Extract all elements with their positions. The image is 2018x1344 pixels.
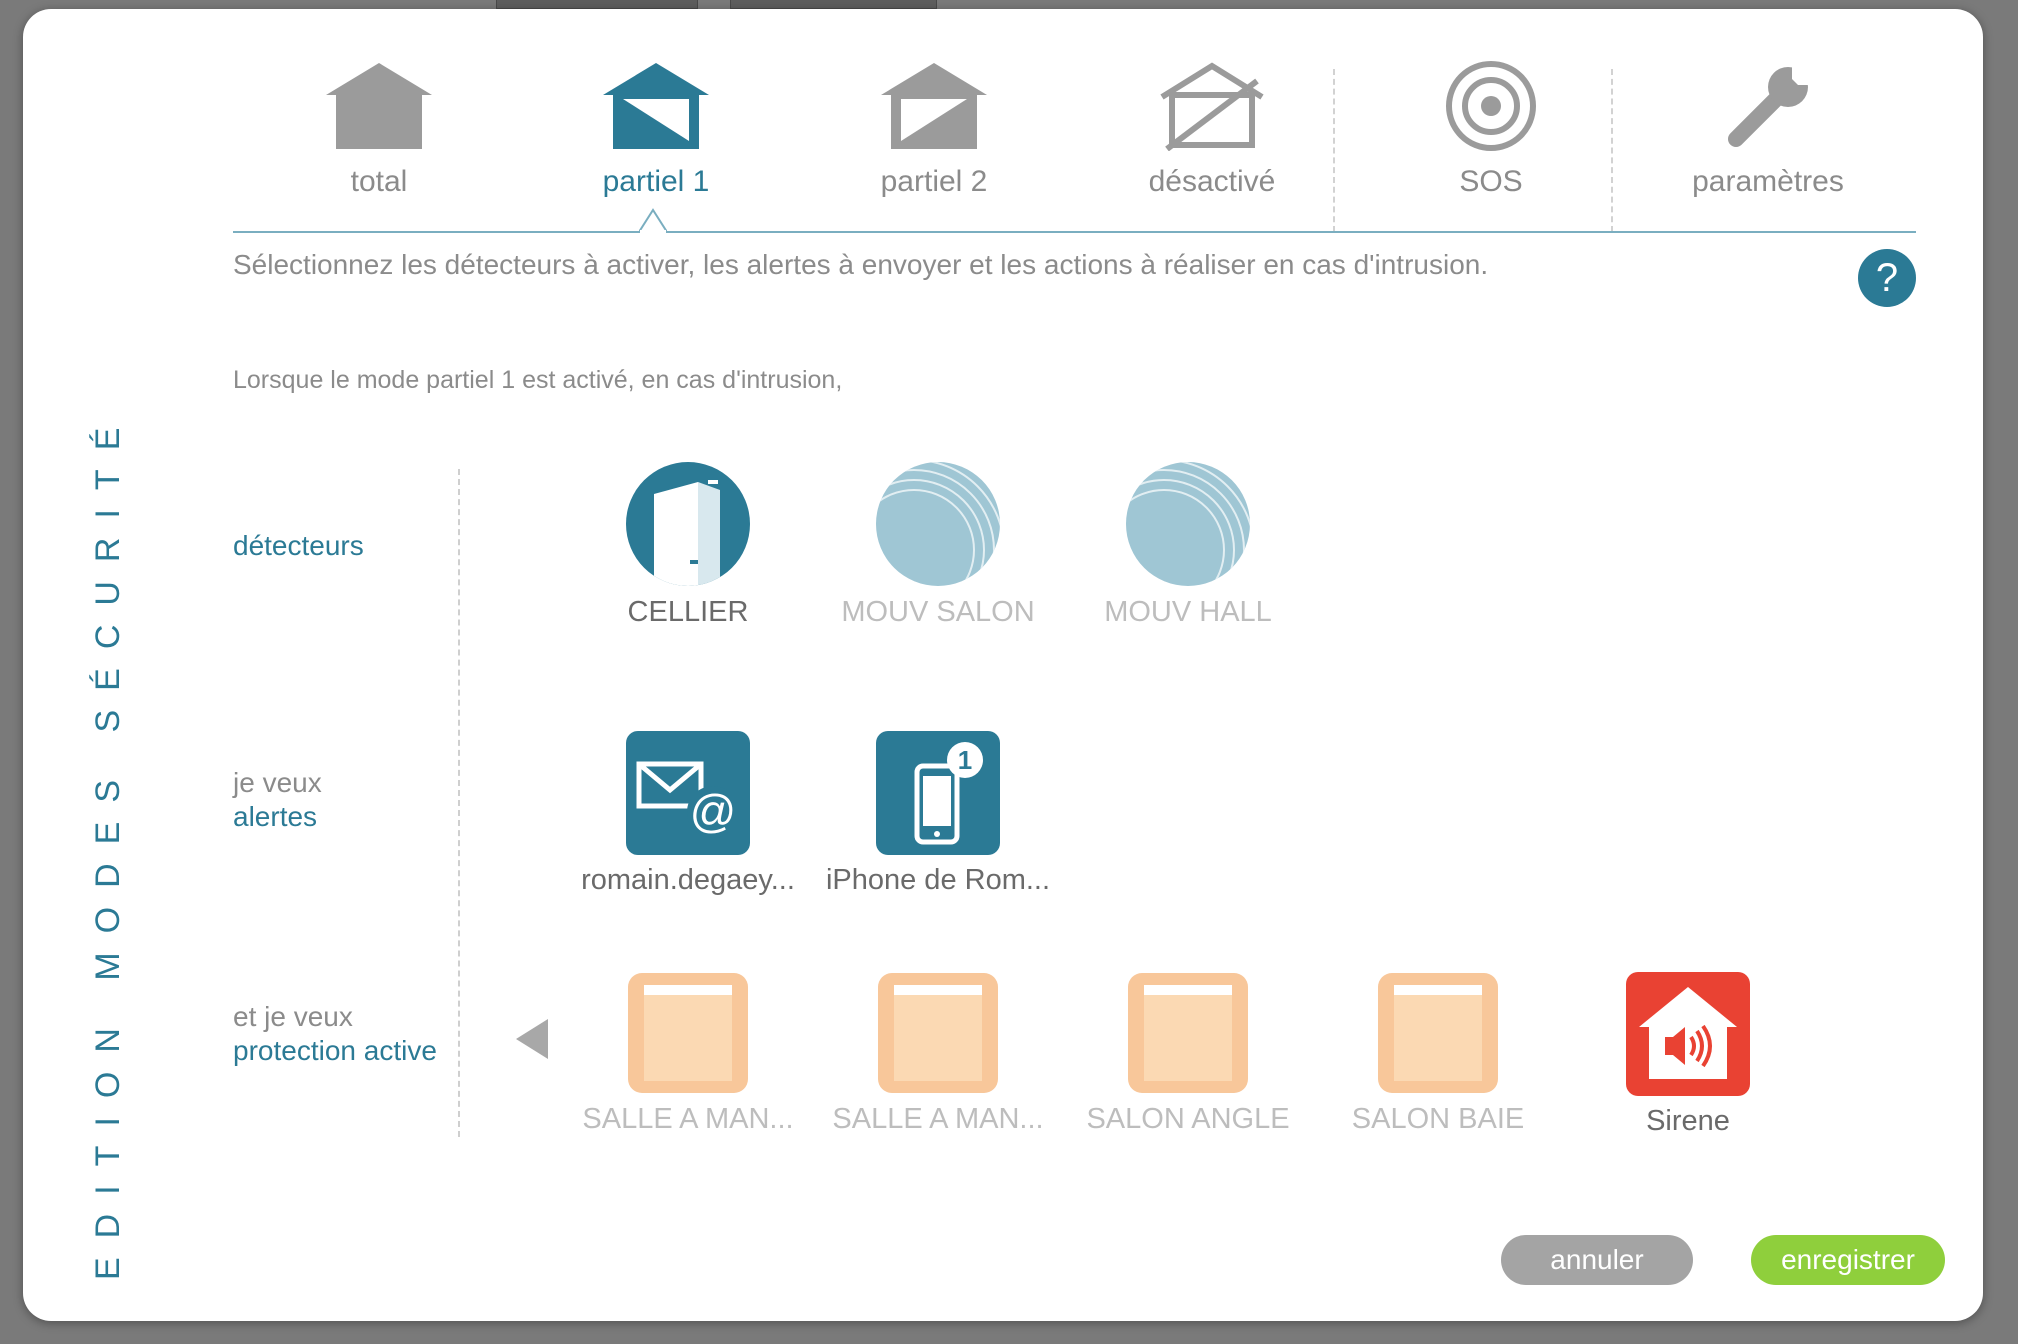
detector-label: MOUV SALON: [841, 596, 1035, 628]
tab-parametres[interactable]: paramètres: [1633, 61, 1903, 211]
tab-total[interactable]: total: [244, 61, 514, 211]
shutter-icon: [813, 971, 1063, 1095]
save-button[interactable]: enregistrer: [1751, 1235, 1945, 1285]
tab-label: partiel 2: [880, 165, 988, 198]
section-prefix: je veux: [233, 767, 322, 798]
house-partial1-icon: [521, 61, 791, 151]
email-icon: @: [563, 730, 813, 856]
tab-underline: [233, 231, 1916, 233]
detector-mouv-salon[interactable]: MOUV SALON: [813, 460, 1063, 629]
house-full-icon: [244, 61, 514, 151]
section-title: détecteurs: [233, 530, 364, 561]
motion-sensor-icon: [813, 460, 1063, 588]
tab-label: désactivé: [1148, 165, 1276, 198]
security-modes-dialog: EDITION MODES SÉCURITÉ total partiel 1 p…: [23, 9, 1983, 1321]
phone-notification-icon: 1: [813, 730, 1063, 856]
wrench-icon: [1633, 61, 1903, 151]
tab-desactive[interactable]: désactivé: [1077, 61, 1347, 211]
protection-label: Sirene: [1646, 1105, 1730, 1137]
section-alerts-label: je veux alertes: [233, 766, 322, 834]
tab-partiel-2[interactable]: partiel 2: [799, 61, 1069, 211]
intro-text: Sélectionnez les détecteurs à activer, l…: [233, 249, 1489, 280]
cancel-button[interactable]: annuler: [1501, 1235, 1693, 1285]
background-window-tab: [496, 0, 698, 9]
notification-badge: 1: [958, 745, 972, 775]
tab-label: SOS: [1459, 165, 1523, 198]
active-tab-notch: [639, 208, 667, 234]
detector-mouv-hall[interactable]: MOUV HALL: [1063, 460, 1313, 629]
protection-shutter[interactable]: SALON ANGLE: [1063, 971, 1313, 1136]
column-separator: [458, 469, 460, 1137]
protection-siren[interactable]: Sirene: [1563, 971, 1813, 1138]
door-sensor-icon: [563, 460, 813, 588]
shutter-icon: [1063, 971, 1313, 1095]
section-title: protection active: [233, 1035, 437, 1066]
tab-label: paramètres: [1692, 165, 1844, 198]
shutter-icon: [563, 971, 813, 1095]
protection-label: SALLE A MAN...: [832, 1103, 1044, 1135]
protection-label: SALLE A MAN...: [582, 1103, 794, 1135]
detector-label: CELLIER: [627, 596, 749, 628]
detector-label: MOUV HALL: [1104, 596, 1272, 628]
protection-shutter[interactable]: SALON BAIE: [1313, 971, 1563, 1136]
scroll-left-arrow[interactable]: [516, 1019, 548, 1059]
help-button[interactable]: ?: [1858, 249, 1916, 307]
protection-shutter[interactable]: SALLE A MAN...: [563, 971, 813, 1136]
house-off-icon: [1077, 61, 1347, 151]
alert-email[interactable]: @ romain.degaey...: [563, 730, 813, 897]
house-partial2-icon: [799, 61, 1069, 151]
tab-separator: [1611, 69, 1613, 232]
section-detectors-label: détecteurs: [233, 529, 364, 563]
siren-icon: [1563, 971, 1813, 1097]
motion-sensor-icon: [1063, 460, 1313, 588]
background-window-tab: [730, 0, 937, 9]
tab-partiel-1[interactable]: partiel 1: [521, 61, 791, 211]
alert-label: romain.degaey...: [581, 864, 795, 896]
svg-text:@: @: [690, 785, 737, 837]
section-prefix: et je veux: [233, 1001, 353, 1032]
protection-label: SALON BAIE: [1351, 1103, 1525, 1135]
target-icon: [1356, 61, 1626, 151]
tab-separator: [1333, 69, 1335, 232]
section-protection-label: et je veux protection active: [233, 1000, 437, 1068]
tab-label: total: [350, 165, 408, 198]
shutter-icon: [1313, 971, 1563, 1095]
tab-sos[interactable]: SOS: [1356, 61, 1626, 211]
section-title: alertes: [233, 801, 318, 832]
side-title: EDITION MODES SÉCURITÉ: [89, 408, 127, 1280]
protection-label: SALON ANGLE: [1086, 1103, 1290, 1135]
lead-text: Lorsque le mode partiel 1 est activé, en…: [233, 366, 843, 394]
alert-label: iPhone de Rom...: [825, 864, 1051, 896]
detector-cellier[interactable]: CELLIER: [563, 460, 813, 629]
tab-label: partiel 1: [602, 165, 710, 198]
alert-iphone[interactable]: 1 iPhone de Rom...: [813, 730, 1063, 897]
protection-shutter[interactable]: SALLE A MAN...: [813, 971, 1063, 1136]
